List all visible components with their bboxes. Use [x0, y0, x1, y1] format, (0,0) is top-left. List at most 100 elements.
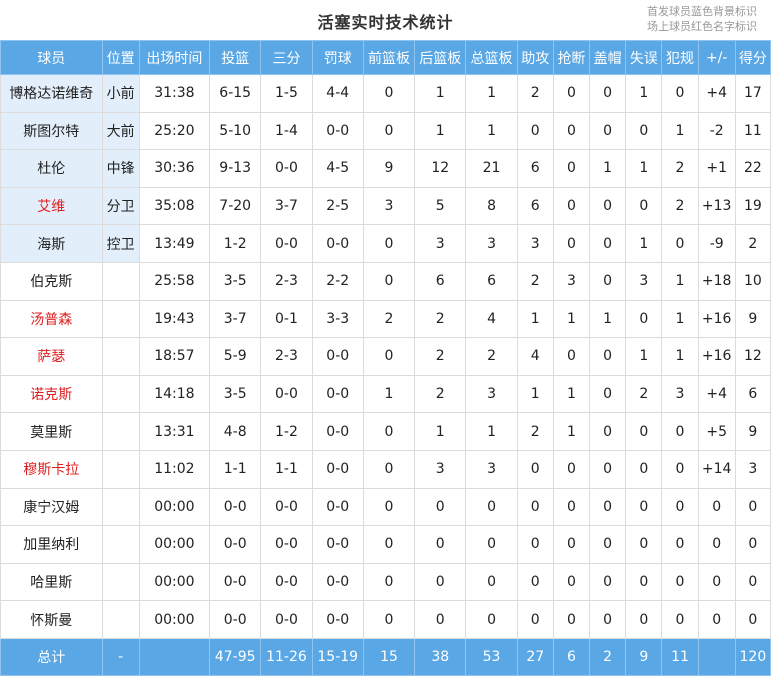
player-name-link[interactable]: 加里纳利 [0, 525, 103, 564]
player-name-link[interactable]: 怀斯曼 [0, 600, 103, 639]
cell-minutes: 31:38 [138, 74, 211, 113]
cell-assists: 0 [516, 449, 554, 489]
table-body: 博格达诺维奇 小前 31:38 6-15 1-5 4-4 0 1 1 2 0 0 1 0 +4 17 斯图尔特大… [0, 74, 771, 639]
table-row: 萨瑟 18:57 5-9 2-3 0-0 0 2 2 4 0 0 1 1 +16 12 [0, 337, 771, 376]
cell-defensive-rebounds: 2 [414, 337, 467, 376]
cell-blocks: 0 [589, 111, 627, 151]
cell-position [101, 449, 140, 489]
column-header-offensive-rebounds[interactable]: 前篮板 [362, 40, 416, 75]
cell-blocks: 0 [589, 224, 627, 263]
player-name-link[interactable]: 伯克斯 [0, 261, 103, 301]
column-header-total-rebounds[interactable]: 总篮板 [465, 40, 518, 75]
column-header-three-pointers[interactable]: 三分 [260, 40, 313, 75]
player-name-link[interactable]: 萨瑟 [0, 337, 103, 376]
column-header-plus-minus[interactable]: +/- [697, 40, 736, 75]
column-header-turnovers[interactable]: 失误 [625, 40, 663, 75]
cell-three-pointers: 1-1 [260, 449, 313, 489]
cell-free-throws: 2-2 [311, 261, 364, 301]
totals-row: 总计 - 47-95 11-26 15-19 15 38 53 27 6 2 9 11 120 [0, 637, 771, 676]
cell-defensive-rebounds: 0 [414, 487, 467, 527]
column-header-player[interactable]: 球员 [0, 40, 103, 75]
cell-field-goals: 3-5 [209, 374, 262, 414]
cell-blocks: 0 [589, 337, 627, 376]
cell-position [101, 525, 140, 564]
cell-position: 分卫 [101, 186, 140, 226]
cell-total-rebounds: 2 [465, 337, 518, 376]
cell-defensive-rebounds: 3 [414, 449, 467, 489]
cell-offensive-rebounds: 0 [362, 525, 416, 564]
cell-blocks: 0 [589, 487, 627, 527]
cell-defensive-rebounds: 1 [414, 412, 467, 451]
cell-blocks: 1 [589, 149, 627, 188]
player-name-link[interactable]: 斯图尔特 [0, 111, 103, 151]
cell-minutes: 35:08 [138, 186, 211, 226]
cell-total-rebounds: 21 [465, 149, 518, 188]
cell-steals: 1 [552, 374, 591, 414]
player-name-link[interactable]: 哈里斯 [0, 562, 103, 602]
player-name-link[interactable]: 诺克斯 [0, 374, 103, 414]
cell-points: 0 [734, 600, 771, 639]
column-header-points[interactable]: 得分 [734, 40, 771, 75]
table-row: 加里纳利 00:00 0-0 0-0 0-0 0 0 0 0 0 0 0 0 0 0 [0, 525, 771, 564]
cell-field-goals: 0-0 [209, 562, 262, 602]
column-header-position[interactable]: 位置 [101, 40, 140, 75]
total-points: 120 [734, 637, 771, 676]
total-minutes [138, 637, 211, 676]
cell-position [101, 261, 140, 301]
column-header-steals[interactable]: 抢断 [552, 40, 591, 75]
column-header-defensive-rebounds[interactable]: 后篮板 [414, 40, 467, 75]
cell-three-pointers: 2-3 [260, 337, 313, 376]
cell-assists: 4 [516, 337, 554, 376]
cell-steals: 0 [552, 449, 591, 489]
player-name-link[interactable]: 杜伦 [0, 149, 103, 188]
player-name-link[interactable]: 博格达诺维奇 [0, 74, 103, 113]
column-header-free-throws[interactable]: 罚球 [311, 40, 364, 75]
player-name-link[interactable]: 穆斯卡拉 [0, 449, 103, 489]
player-name-link[interactable]: 艾维 [0, 186, 103, 226]
cell-free-throws: 0-0 [311, 600, 364, 639]
cell-defensive-rebounds: 2 [414, 299, 467, 339]
column-header-minutes[interactable]: 出场时间 [138, 40, 211, 75]
cell-free-throws: 0-0 [311, 412, 364, 451]
total-steals: 6 [552, 637, 591, 676]
cell-assists: 0 [516, 111, 554, 151]
cell-fouls: 1 [661, 261, 699, 301]
total-position: - [101, 637, 140, 676]
column-header-blocks[interactable]: 盖帽 [589, 40, 627, 75]
player-name-link[interactable]: 莫里斯 [0, 412, 103, 451]
total-defensive-rebounds: 38 [414, 637, 467, 676]
cell-fouls: 0 [661, 224, 699, 263]
cell-blocks: 0 [589, 449, 627, 489]
column-header-assists[interactable]: 助攻 [516, 40, 554, 75]
cell-free-throws: 0-0 [311, 374, 364, 414]
cell-turnovers: 1 [625, 337, 663, 376]
cell-three-pointers: 0-0 [260, 224, 313, 263]
cell-offensive-rebounds: 0 [362, 412, 416, 451]
table-row: 穆斯卡拉 11:02 1-1 1-1 0-0 0 3 3 0 0 0 0 0 +14 3 [0, 449, 771, 489]
cell-turnovers: 1 [625, 149, 663, 188]
table-row: 艾维 分卫 35:08 7-20 3-7 2-5 3 5 8 6 0 0 0 2 +13 19 [0, 186, 771, 226]
cell-total-rebounds: 1 [465, 412, 518, 451]
cell-points: 0 [734, 525, 771, 564]
cell-field-goals: 0-0 [209, 600, 262, 639]
cell-assists: 2 [516, 412, 554, 451]
total-field-goals: 47-95 [209, 637, 262, 676]
cell-turnovers: 0 [625, 449, 663, 489]
column-header-fouls[interactable]: 犯规 [661, 40, 699, 75]
cell-free-throws: 3-3 [311, 299, 364, 339]
cell-position [101, 600, 140, 639]
player-name-link[interactable]: 海斯 [0, 224, 103, 263]
cell-total-rebounds: 3 [465, 374, 518, 414]
cell-fouls: 1 [661, 111, 699, 151]
cell-assists: 1 [516, 299, 554, 339]
column-header-field-goals[interactable]: 投篮 [209, 40, 262, 75]
cell-fouls: 0 [661, 74, 699, 113]
player-name-link[interactable]: 康宁汉姆 [0, 487, 103, 527]
table-header-row: 球员 位置 出场时间 投篮 三分 罚球 前篮板 后篮板 总篮板 助攻 抢断 盖帽 失误 犯规 +/- 得分 [0, 40, 771, 75]
player-name-link[interactable]: 汤普森 [0, 299, 103, 339]
cell-offensive-rebounds: 0 [362, 449, 416, 489]
cell-plus-minus: -2 [697, 111, 736, 151]
cell-offensive-rebounds: 2 [362, 299, 416, 339]
cell-turnovers: 0 [625, 299, 663, 339]
total-blocks: 2 [589, 637, 627, 676]
